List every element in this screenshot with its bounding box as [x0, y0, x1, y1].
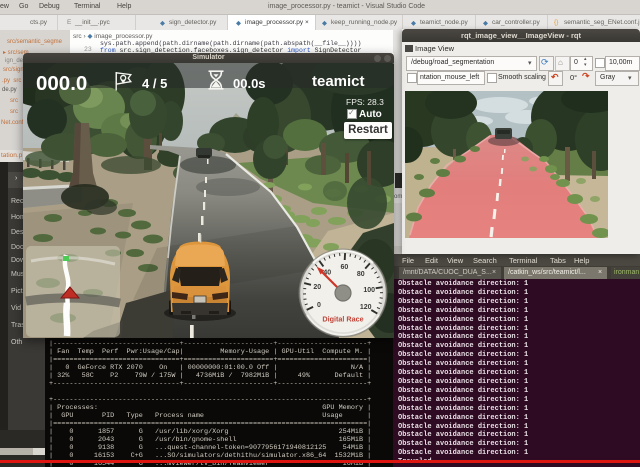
- svg-text:0: 0: [317, 302, 321, 309]
- svg-text:100: 100: [363, 287, 375, 294]
- svg-text:60: 60: [341, 264, 349, 271]
- svg-text:120: 120: [360, 304, 372, 311]
- svg-text:20: 20: [313, 284, 321, 291]
- svg-text:80: 80: [357, 271, 365, 278]
- svg-text:Digital Race: Digital Race: [322, 315, 363, 324]
